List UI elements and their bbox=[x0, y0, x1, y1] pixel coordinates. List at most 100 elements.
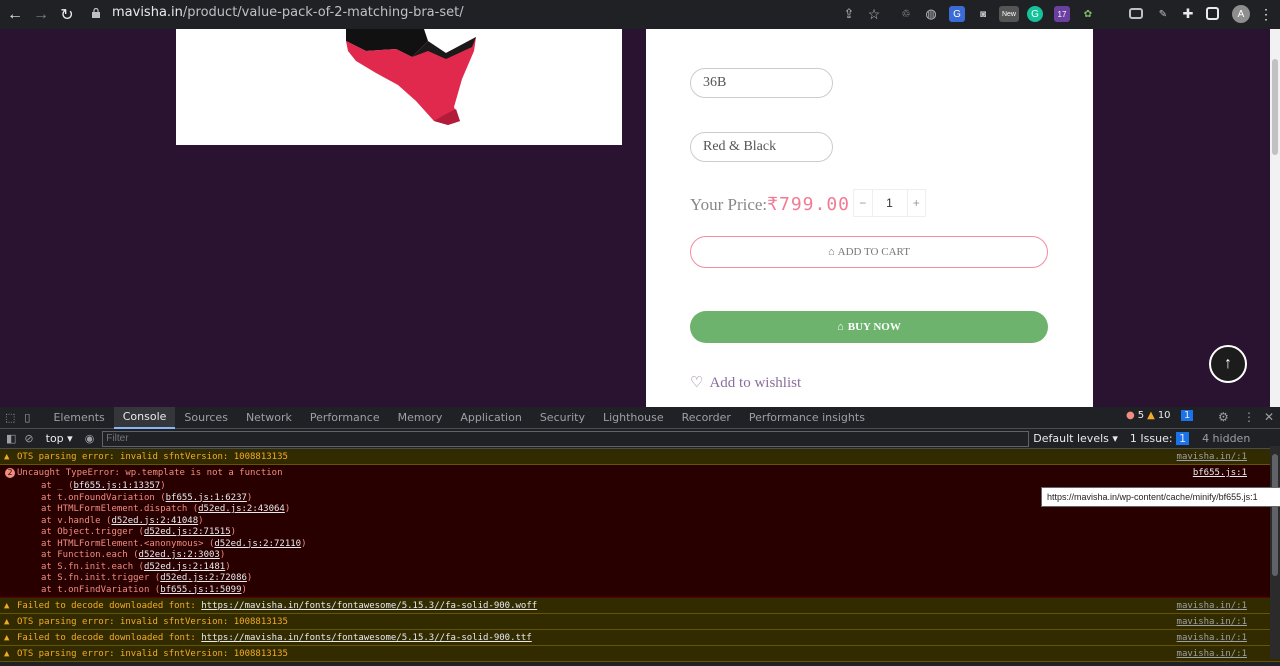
devtools-menu-icon[interactable]: ⋮ bbox=[1243, 410, 1255, 424]
frame-link[interactable]: d52ed.js:2:43064 bbox=[198, 504, 285, 514]
console-warning-row[interactable]: ▲ Failed to decode downloaded font: https… bbox=[0, 598, 1280, 614]
console-warning-row[interactable]: ▲ Failed to decode downloaded font: https… bbox=[0, 630, 1280, 646]
reload-icon[interactable]: ↻ bbox=[54, 2, 80, 28]
globe-icon[interactable]: ◍ bbox=[923, 6, 939, 22]
issues-count: 1 bbox=[1176, 432, 1190, 445]
forward-icon[interactable]: → bbox=[28, 2, 54, 28]
console-warning-row[interactable]: ▲ OTS parsing error: invalid sfntVersion:… bbox=[0, 614, 1280, 630]
frame-link[interactable]: d52ed.js:2:41048 bbox=[111, 516, 198, 526]
frame-link[interactable]: bf655.js:1:13357 bbox=[74, 481, 161, 491]
buy-now-button[interactable]: ⌂ BUY NOW bbox=[690, 311, 1048, 343]
message-count: 1 bbox=[1184, 410, 1191, 421]
eye-icon[interactable]: ◉ bbox=[85, 432, 95, 445]
devtools-tabbar: ⬚ ▯ Elements Console Sources Network Per… bbox=[0, 406, 1280, 429]
page-scrollbar[interactable] bbox=[1270, 29, 1280, 407]
arrow-up-icon: ↑ bbox=[1224, 355, 1232, 372]
source-link[interactable]: mavisha.in/:1 bbox=[1177, 449, 1247, 465]
product-image[interactable] bbox=[176, 29, 622, 145]
tab-lighthouse[interactable]: Lighthouse bbox=[594, 407, 673, 429]
back-to-top-button[interactable]: ↑ bbox=[1209, 345, 1247, 383]
tab-console[interactable]: Console bbox=[113, 406, 176, 429]
tab-security[interactable]: Security bbox=[531, 407, 594, 429]
bookmark-star-icon[interactable]: ☆ bbox=[866, 6, 882, 22]
camera-icon[interactable]: ◙ bbox=[975, 6, 991, 22]
quantity-stepper: − 1 + bbox=[853, 189, 926, 217]
page-scrollbar-thumb[interactable] bbox=[1272, 59, 1278, 155]
frame-close: ) bbox=[230, 527, 237, 537]
console-error-group[interactable]: 2 Uncaught TypeError: wp.template is not … bbox=[0, 465, 1280, 598]
calendar-extension-icon[interactable]: 17 bbox=[1054, 6, 1070, 22]
frame-link[interactable]: d52ed.js:2:72110 bbox=[214, 539, 301, 549]
sidebar-toggle-icon[interactable]: ◧ bbox=[6, 432, 16, 445]
message-text: OTS parsing error: invalid sfntVersion: … bbox=[17, 452, 288, 462]
share-icon[interactable]: ⇪ bbox=[841, 6, 857, 22]
error-count-badge: 2 bbox=[5, 468, 15, 478]
profile-avatar[interactable]: A bbox=[1232, 5, 1250, 23]
frame-link[interactable]: bf655.js:1:6237 bbox=[166, 493, 247, 503]
console-warning-row[interactable]: ▲ OTS parsing error: invalid sfntVersion:… bbox=[0, 646, 1280, 662]
buy-now-label: BUY NOW bbox=[847, 321, 901, 333]
grammarly-icon[interactable]: G bbox=[1027, 6, 1043, 22]
add-to-wishlist-link[interactable]: ♡ Add to wishlist bbox=[690, 373, 801, 392]
message-text: Failed to decode downloaded font: bbox=[17, 601, 202, 611]
close-devtools-icon[interactable]: ✕ bbox=[1264, 410, 1274, 424]
issues-link[interactable]: 1 Issue: 1 bbox=[1129, 432, 1190, 445]
back-icon[interactable]: ← bbox=[2, 2, 28, 28]
device-toolbar-icon[interactable]: ▯ bbox=[20, 407, 44, 429]
console-error-row[interactable]: 2 Uncaught TypeError: wp.template is not … bbox=[0, 465, 1280, 481]
translate-icon[interactable]: G bbox=[949, 6, 965, 22]
console-filter-input[interactable] bbox=[102, 430, 1030, 447]
new-extension-icon[interactable]: New bbox=[999, 6, 1019, 22]
size-select[interactable]: 36B bbox=[690, 68, 833, 98]
leaf-extension-icon[interactable]: ✿ bbox=[1080, 6, 1096, 22]
tab-recorder[interactable]: Recorder bbox=[673, 407, 740, 429]
font-url-link[interactable]: https://mavisha.in/fonts/fontawesome/5.1… bbox=[201, 601, 537, 611]
frame-link[interactable]: d52ed.js:2:72086 bbox=[160, 573, 247, 583]
frame-link[interactable]: d52ed.js:2:3003 bbox=[139, 550, 220, 560]
qty-minus-button[interactable]: − bbox=[854, 190, 872, 216]
menu-kebab-icon[interactable]: ⋮ bbox=[1258, 6, 1274, 22]
default-levels-select[interactable]: Default levels ▾ bbox=[1033, 432, 1118, 445]
frame-link[interactable]: d52ed.js:2:71515 bbox=[144, 527, 231, 537]
lock-icon[interactable] bbox=[92, 8, 100, 18]
tab-network[interactable]: Network bbox=[237, 407, 301, 429]
media-icon[interactable] bbox=[1129, 8, 1143, 19]
source-link[interactable]: mavisha.in/:1 bbox=[1177, 614, 1247, 630]
stack-frame: at S.fn.init.trigger (d52ed.js:2:72086) bbox=[0, 573, 1280, 585]
source-link[interactable]: mavisha.in/:1 bbox=[1177, 630, 1247, 646]
tab-performance-insights[interactable]: Performance insights bbox=[740, 407, 874, 429]
settings-gear-icon[interactable]: ⚙ bbox=[1218, 410, 1229, 424]
source-link[interactable]: mavisha.in/:1 bbox=[1177, 598, 1247, 614]
console-warning-row[interactable]: ▲ OTS parsing error: invalid sfntVersion:… bbox=[0, 449, 1280, 465]
console-scrollbar-thumb[interactable] bbox=[1272, 454, 1278, 576]
qty-plus-button[interactable]: + bbox=[908, 190, 926, 216]
console-scrollbar[interactable] bbox=[1270, 446, 1280, 659]
pen-icon[interactable]: ✎ bbox=[1155, 6, 1171, 22]
messages-badge[interactable]: 1 bbox=[1181, 410, 1194, 421]
tab-performance[interactable]: Performance bbox=[301, 407, 389, 429]
tab-memory[interactable]: Memory bbox=[389, 407, 452, 429]
puzzle-extensions-icon[interactable]: ✚ bbox=[1180, 6, 1196, 22]
frame-text: at S.fn.init.each ( bbox=[41, 561, 144, 572]
extension-recycle-icon[interactable]: ♲ bbox=[898, 6, 914, 22]
color-select[interactable]: Red & Black bbox=[690, 132, 833, 162]
context-select[interactable]: top ▾ bbox=[46, 432, 73, 445]
tab-sources[interactable]: Sources bbox=[175, 407, 237, 429]
sidebar-icon[interactable] bbox=[1206, 7, 1219, 20]
address-bar[interactable]: mavisha.in/product/value-pack-of-2-match… bbox=[112, 5, 464, 20]
clear-console-icon[interactable]: ⊘ bbox=[24, 432, 33, 445]
tab-application[interactable]: Application bbox=[451, 407, 530, 429]
tab-elements[interactable]: Elements bbox=[44, 407, 113, 429]
source-link[interactable]: mavisha.in/:1 bbox=[1177, 646, 1247, 662]
add-to-cart-button[interactable]: ⌂ ADD TO CART bbox=[690, 236, 1048, 268]
inspect-element-icon[interactable]: ⬚ bbox=[0, 407, 20, 429]
frame-link[interactable]: d52ed.js:2:1481 bbox=[144, 562, 225, 572]
source-link[interactable]: bf655.js:1 bbox=[1193, 465, 1247, 481]
message-text: OTS parsing error: invalid sfntVersion: … bbox=[17, 649, 288, 659]
frame-link[interactable]: bf655.js:1:5099 bbox=[160, 585, 241, 595]
warning-icon: ▲ bbox=[4, 617, 10, 627]
font-url-link[interactable]: https://mavisha.in/fonts/fontawesome/5.1… bbox=[201, 633, 532, 643]
console-counters[interactable]: ● 5 ▲ 10 bbox=[1126, 410, 1171, 421]
quantity-input[interactable]: 1 bbox=[871, 190, 908, 216]
issues-label: 1 Issue: bbox=[1129, 432, 1173, 445]
